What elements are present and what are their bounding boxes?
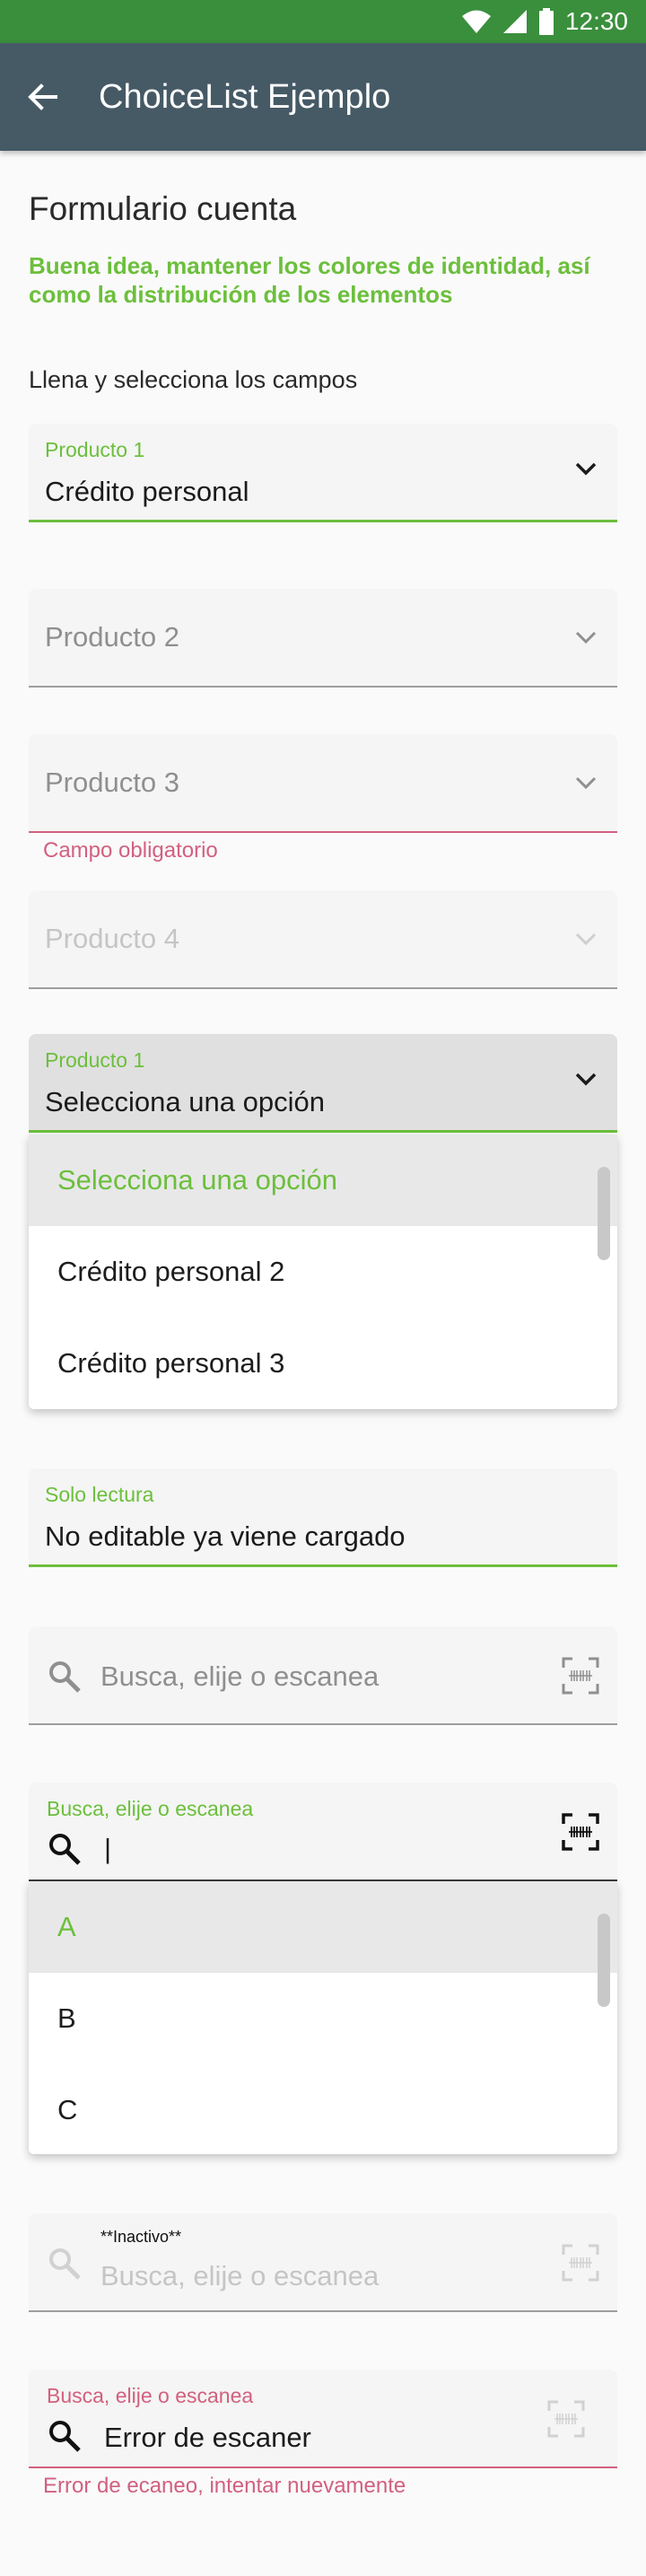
search-icon: [49, 2421, 81, 2452]
field-label: Producto 1: [45, 1048, 145, 1072]
chevron-down-icon[interactable]: [574, 630, 598, 644]
search-input[interactable]: |: [104, 1833, 111, 1865]
wifi-icon: [461, 10, 491, 33]
arrow-back-icon[interactable]: [25, 79, 61, 115]
field-value: No editable ya viene cargado: [45, 1520, 406, 1552]
field-value: Selecciona una opción: [45, 1086, 325, 1117]
search-input[interactable]: Error de escaner: [104, 2422, 311, 2454]
producto-1-dropdown-menu: Selecciona una opción Crédito personal 2…: [29, 1135, 617, 1409]
field-label: Producto 1: [45, 438, 145, 461]
barcode-scan-icon[interactable]: [562, 1657, 599, 1695]
dropdown-option[interactable]: Selecciona una opción: [29, 1135, 617, 1226]
search-result-option[interactable]: B: [29, 1973, 617, 2064]
search-label: Busca, elije o escanea: [47, 1797, 254, 1820]
search-icon: [49, 1834, 81, 1865]
status-icons: 12:30: [461, 7, 628, 36]
scrollbar-thumb[interactable]: [598, 1167, 610, 1260]
search-results-menu: A B C: [29, 1881, 617, 2154]
producto-3-select[interactable]: Producto 3: [29, 734, 617, 833]
search-field-error[interactable]: Busca, elije o escanea Error de escaner: [29, 2370, 617, 2468]
search-result-option[interactable]: C: [29, 2064, 617, 2154]
inactive-tag: **Inactivo**: [100, 2228, 182, 2246]
chevron-down-icon[interactable]: [574, 1072, 598, 1086]
form-instruction: Llena y selecciona los campos: [29, 366, 358, 393]
search-result-option[interactable]: A: [29, 1881, 617, 1973]
search-placeholder: Busca, elije o escanea: [100, 2260, 380, 2291]
app-bar: ChoiceList Ejemplo: [0, 43, 646, 151]
search-placeholder: Busca, elije o escanea: [100, 1660, 380, 1692]
barcode-scan-icon: [562, 2244, 599, 2282]
barcode-scan-icon[interactable]: [547, 2400, 585, 2438]
search-field-inactive: **Inactivo** Busca, elije o escanea: [29, 2213, 617, 2312]
search-field[interactable]: Busca, elije o escanea: [29, 1626, 617, 1725]
search-icon: [49, 2248, 81, 2280]
producto-1-open-select[interactable]: Producto 1 Selecciona una opción: [29, 1034, 617, 1133]
field-placeholder: Producto 2: [45, 621, 179, 653]
barcode-scan-icon[interactable]: [562, 1813, 599, 1851]
search-icon: [49, 1661, 81, 1693]
producto-2-select[interactable]: Producto 2: [29, 589, 617, 688]
scrollbar-thumb[interactable]: [598, 1914, 610, 2007]
readonly-field: Solo lectura No editable ya viene cargad…: [29, 1468, 617, 1567]
form-title: Formulario cuenta: [29, 190, 297, 227]
dropdown-option[interactable]: Crédito personal 2: [29, 1226, 617, 1318]
status-bar: 12:30: [0, 0, 646, 43]
form-subtitle: Buena idea, mantener los colores de iden…: [29, 252, 590, 308]
field-placeholder: Producto 4: [45, 923, 179, 954]
chevron-down-icon[interactable]: [574, 775, 598, 790]
dropdown-option[interactable]: Crédito personal 3: [29, 1318, 617, 1409]
producto-4-select: Producto 4: [29, 890, 617, 989]
chevron-down-icon: [575, 933, 597, 946]
producto-1-select[interactable]: Producto 1 Crédito personal: [29, 424, 617, 522]
search-error-text: Error de ecaneo, intentar nuevamente: [43, 2474, 406, 2498]
search-label: Busca, elije o escanea: [47, 2384, 254, 2407]
signal-icon: [502, 10, 527, 33]
field-label: Solo lectura: [45, 1483, 154, 1506]
search-field-active[interactable]: Busca, elije o escanea |: [29, 1783, 617, 1881]
producto-3-error-text: Campo obligatorio: [43, 838, 218, 863]
chevron-down-icon[interactable]: [574, 461, 598, 476]
field-placeholder: Producto 3: [45, 767, 179, 798]
status-time: 12:30: [564, 7, 628, 35]
app-bar-title: ChoiceList Ejemplo: [99, 78, 391, 116]
field-value: Crédito personal: [45, 476, 249, 507]
battery-icon: [538, 8, 554, 35]
